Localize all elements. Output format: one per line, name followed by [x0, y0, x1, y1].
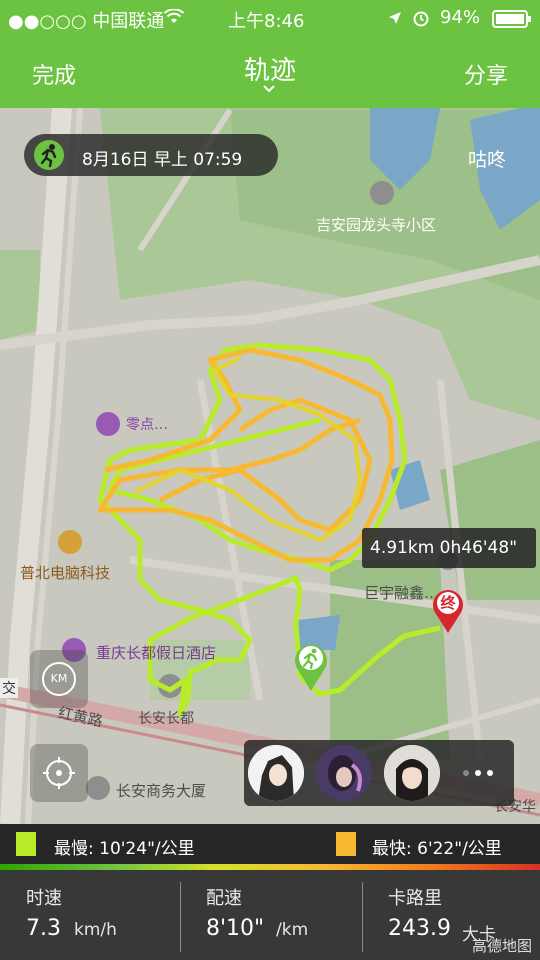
locate-button[interactable] [30, 744, 88, 802]
user-name: 咕咚 [467, 149, 506, 171]
end-marker-label: 终 [440, 594, 456, 612]
activity-date-pill: 8月16日 早上 07:59 [24, 134, 278, 176]
pace-label: 配速 [206, 888, 242, 909]
pace-legend: 最慢: 10'24"/公里 最快: 6'22"/公里 [0, 824, 540, 864]
avatar[interactable] [248, 745, 304, 801]
battery-icon [492, 10, 531, 28]
carrier-label: ●●○○○ 中国联通 [8, 11, 165, 32]
fast-color-swatch [336, 832, 356, 856]
location-arrow-icon [389, 12, 401, 24]
activity-date: 8月16日 早上 07:59 [82, 150, 243, 170]
start-marker[interactable] [292, 640, 330, 692]
wifi-icon [164, 9, 184, 23]
divider [362, 882, 363, 952]
km-label: KM [42, 662, 76, 696]
avatar[interactable] [384, 745, 440, 801]
place-label: 零点… [126, 417, 168, 433]
alarm-icon [413, 11, 429, 27]
status-bar: ●●○○○ 中国联通 上午8:46 94% [0, 0, 540, 36]
map-provider-watermark: 高德地图 [471, 937, 532, 955]
companions-bar[interactable] [244, 740, 514, 806]
place-label: 普北电脑科技 [20, 564, 111, 582]
nav-bar: 完成 轨迹 分享 [0, 36, 540, 108]
route-summary-bubble: 4.91km 0h46'48" [362, 528, 536, 568]
slowest-pace: 最慢: 10'24"/公里 [54, 839, 195, 859]
end-marker[interactable]: 终 [430, 586, 466, 634]
road-label: 交 [0, 678, 18, 698]
map-view[interactable]: 吉安园龙头寺小区 零点… 普北电脑科技 重庆长都假日酒店 长安长都 长安商务大厦… [0, 108, 540, 824]
runner-icon [34, 140, 64, 170]
speed-value: 7.3 [26, 916, 61, 941]
place-label: 吉安园龙头寺小区 [316, 216, 437, 234]
slow-color-swatch [16, 832, 36, 856]
place-label: 巨宇融鑫… [364, 584, 440, 602]
chevron-down-icon[interactable] [262, 82, 276, 96]
route-summary: 4.91km 0h46'48" [370, 538, 518, 558]
clock-time: 上午8:46 [228, 11, 305, 32]
battery-percent: 94% [440, 7, 481, 28]
pace-value: 8'10" [206, 916, 265, 941]
speed-label: 时速 [26, 888, 62, 909]
km-toggle-button[interactable]: KM [30, 650, 88, 708]
more-dots-icon[interactable] [460, 768, 500, 778]
calories-label: 卡路里 [388, 888, 442, 909]
place-label: 长安长都 [138, 711, 194, 727]
start-pin-icon [295, 644, 327, 691]
share-button[interactable]: 分享 [464, 58, 508, 90]
pace-unit: /km [276, 920, 309, 940]
avatar[interactable] [316, 745, 372, 801]
fastest-pace: 最快: 6'22"/公里 [372, 839, 502, 859]
place-label: 长安商务大厦 [116, 782, 207, 800]
divider [180, 882, 181, 952]
stats-footer: 时速 7.3 km/h 配速 8'10" /km 卡路里 243.9 大卡 高德… [0, 870, 540, 960]
place-label: 重庆长都假日酒店 [96, 644, 217, 662]
speed-unit: km/h [74, 920, 117, 940]
calories-value: 243.9 [388, 916, 451, 941]
crosshair-icon [43, 757, 75, 789]
